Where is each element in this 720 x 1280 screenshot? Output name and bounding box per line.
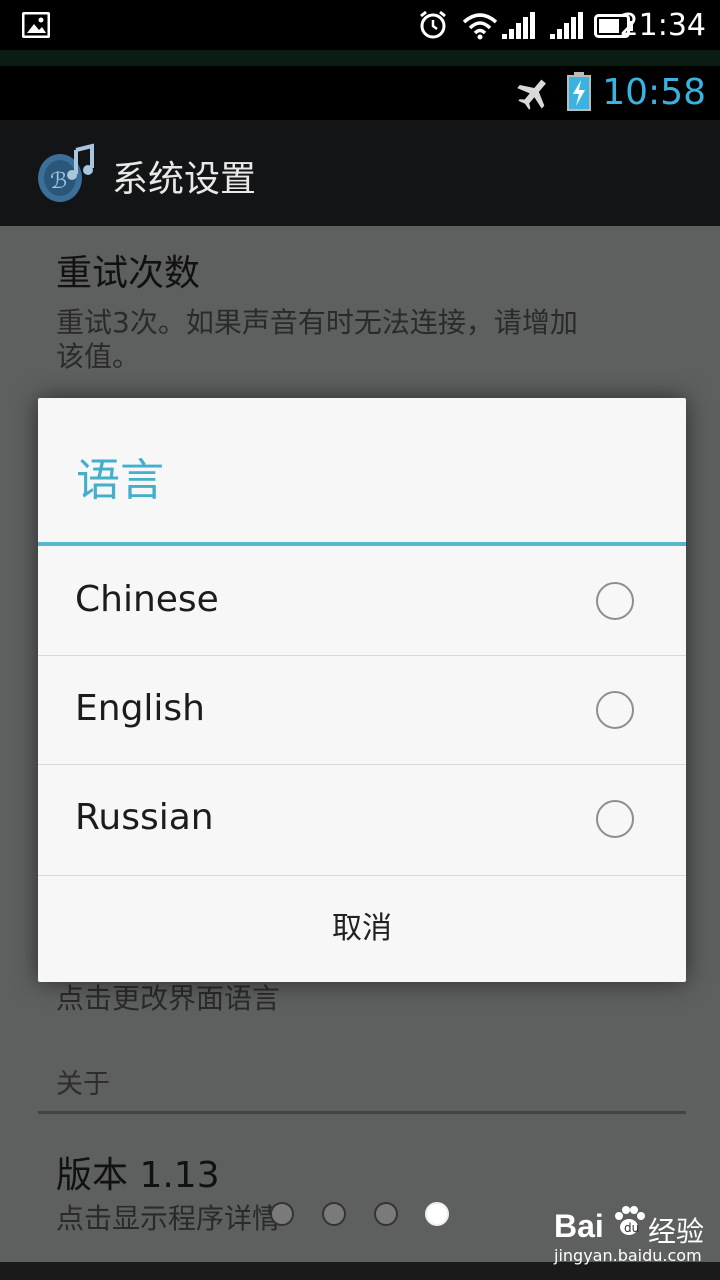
dialog-title-divider <box>38 542 686 546</box>
section-divider <box>38 1111 686 1114</box>
paw-icon: du <box>615 1206 645 1235</box>
radio-button[interactable] <box>596 582 634 620</box>
watermark-brand2: 经验 <box>648 1215 705 1248</box>
airplane-mode-icon <box>517 79 546 110</box>
svg-text:du: du <box>624 1221 639 1235</box>
page-title: 系统设置 <box>112 159 257 200</box>
retry-summary-line2: 该值。 <box>56 340 141 373</box>
page-dot-2[interactable] <box>322 1202 346 1226</box>
charging-battery-icon <box>567 72 591 111</box>
language-option-russian[interactable]: Russian <box>38 765 686 873</box>
language-dialog: 语言 Chinese English Russian 取消 <box>38 398 686 982</box>
language-setting-summary[interactable]: 点击更改界面语言 <box>56 982 280 1016</box>
radio-button[interactable] <box>596 800 634 838</box>
watermark-brand: Bai <box>554 1208 604 1244</box>
action-bar: ℬ <box>0 120 720 226</box>
svg-text:ℬ: ℬ <box>50 169 67 194</box>
alarm-icon <box>420 10 446 39</box>
app-logo-icon[interactable]: ℬ <box>34 142 100 206</box>
baidu-watermark: Bai du 经验 jingyan.baidu.com <box>554 1200 714 1266</box>
option-label: Chinese <box>75 579 219 620</box>
about-section-header: 关于 <box>56 1069 110 1100</box>
watermark-url: jingyan.baidu.com <box>554 1246 702 1265</box>
retry-summary-line1: 重试3次。如果声音有时无法连接，请增加 <box>56 306 578 339</box>
status-divider <box>0 50 720 66</box>
option-label: English <box>75 688 205 729</box>
app-status-bar: 10:58 <box>0 66 720 120</box>
page-dot-4[interactable] <box>425 1202 449 1226</box>
retry-setting[interactable]: 重试次数 重试3次。如果声音有时无法连接，请增加 该值。 <box>56 244 676 374</box>
wifi-icon <box>462 13 498 40</box>
cancel-button[interactable]: 取消 <box>38 876 686 982</box>
system-status-bar: 21:34 <box>0 0 720 50</box>
image-notification-icon <box>22 12 50 38</box>
dialog-title: 语言 <box>76 455 164 506</box>
version-title: 版本 1.13 <box>56 1155 220 1196</box>
language-option-chinese[interactable]: Chinese <box>38 547 686 655</box>
app-clock: 10:58 <box>602 72 706 113</box>
page-dot-3[interactable] <box>374 1202 398 1226</box>
signal-1-icon <box>502 12 535 39</box>
system-clock: 21:34 <box>619 8 706 43</box>
page-dot-1[interactable] <box>270 1202 294 1226</box>
option-label: Russian <box>75 797 214 838</box>
signal-2-icon <box>550 12 583 39</box>
radio-button[interactable] <box>596 691 634 729</box>
retry-title: 重试次数 <box>56 253 201 294</box>
language-option-english[interactable]: English <box>38 656 686 764</box>
